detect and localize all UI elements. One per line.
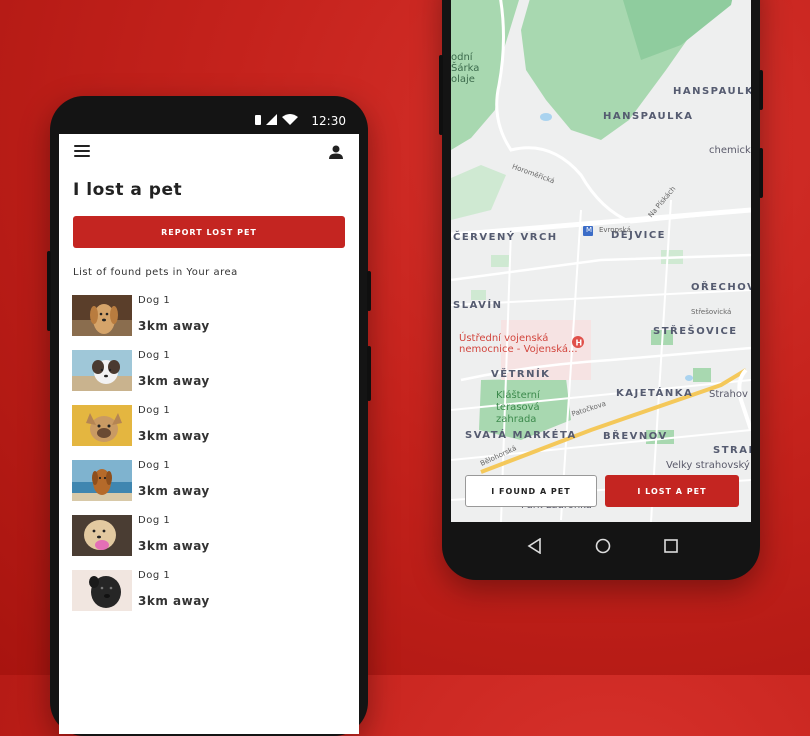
dog-photo-3 xyxy=(72,405,132,446)
map-label: SLAVÍN xyxy=(453,300,503,311)
pet-name: Dog 1 xyxy=(138,570,171,581)
map-label: SVATÁ MARKÉTA xyxy=(465,430,577,441)
report-lost-pet-button[interactable]: REPORT LOST PET xyxy=(73,216,345,248)
found-pets-list: Dog 1 3km away Dog 1 3km away Dog 1 3km … xyxy=(72,295,346,625)
back-icon[interactable] xyxy=(527,538,543,554)
found-pets-screen: I lost a pet REPORT LOST PET List of fou… xyxy=(59,134,359,734)
volume-button xyxy=(439,55,443,135)
map-label: chemick xyxy=(709,145,751,156)
pet-name: Dog 1 xyxy=(138,295,171,306)
battery-signal-wifi-icon xyxy=(255,114,298,125)
pet-name: Dog 1 xyxy=(138,405,171,416)
map-label: Evropská xyxy=(599,226,631,234)
map-label: Klášterní terasová zahrada xyxy=(496,390,540,425)
phone-right: H HANSPAULK HANSPAULKA odní Šárka olaje … xyxy=(439,0,763,580)
pet-name: Dog 1 xyxy=(138,515,171,526)
map-label: STRAH xyxy=(713,445,751,456)
home-icon[interactable] xyxy=(595,538,611,554)
map-label: KAJETÁNKA xyxy=(616,388,694,399)
pet-distance: 3km away xyxy=(138,374,210,388)
volume-button xyxy=(47,251,51,331)
pet-distance: 3km away xyxy=(138,484,210,498)
pet-distance: 3km away xyxy=(138,594,210,608)
pet-distance: 3km away xyxy=(138,539,210,553)
map-label: Velky strahovský xyxy=(666,460,750,471)
found-pet-button[interactable]: I FOUND A PET xyxy=(465,475,597,507)
lost-pet-button[interactable]: I LOST A PET xyxy=(605,475,739,507)
status-time: 12:30 xyxy=(311,114,346,128)
found-pets-heading: List of found pets in Your area xyxy=(73,267,238,278)
dog-photo-4 xyxy=(72,460,132,501)
metro-icon: M xyxy=(586,226,593,234)
pet-distance: 3km away xyxy=(138,319,210,333)
dog-photo-6 xyxy=(72,570,132,611)
map-label: Ústřední vojenská nemocnice - Vojenská..… xyxy=(459,333,578,355)
map-label: ČERVENÝ VRCH xyxy=(453,232,558,243)
map-label: Strahov xyxy=(709,389,748,400)
pet-list-item[interactable]: Dog 1 3km away xyxy=(72,570,346,625)
status-bar: 12:30 xyxy=(50,106,368,132)
map-label: HANSPAULK xyxy=(673,86,751,97)
pet-list-item[interactable]: Dog 1 3km away xyxy=(72,515,346,570)
dog-photo-1 xyxy=(72,295,132,336)
map-label: VĚTRNÍK xyxy=(491,369,551,380)
pet-list-item[interactable]: Dog 1 3km away xyxy=(72,460,346,515)
app-bar xyxy=(59,134,359,170)
side-button xyxy=(367,346,371,401)
power-button xyxy=(759,70,763,110)
map-label: STŘEŠOVICE xyxy=(653,326,738,337)
pet-list-item[interactable]: Dog 1 3km away xyxy=(72,350,346,405)
pet-list-item[interactable]: Dog 1 3km away xyxy=(72,295,346,350)
android-nav-bar xyxy=(451,522,751,574)
power-button xyxy=(367,271,371,311)
pet-name: Dog 1 xyxy=(138,460,171,471)
map-label: HANSPAULKA xyxy=(603,111,694,122)
pet-list-item[interactable]: Dog 1 3km away xyxy=(72,405,346,460)
map-label: BŘEVNOV xyxy=(603,431,668,442)
pet-distance: 3km away xyxy=(138,429,210,443)
map-view[interactable]: H xyxy=(451,0,751,522)
status-icons xyxy=(254,114,298,129)
side-button xyxy=(759,148,763,198)
dog-photo-2 xyxy=(72,350,132,391)
map-screen: H HANSPAULK HANSPAULKA odní Šárka olaje … xyxy=(451,0,751,522)
hamburger-menu-icon[interactable] xyxy=(74,145,90,157)
map-label: odní Šárka olaje xyxy=(451,52,480,85)
map-label: OŘECHOV xyxy=(691,282,751,293)
map-label: Střešovická xyxy=(691,308,732,316)
page-title: I lost a pet xyxy=(73,180,183,200)
phone-left: 12:30 I lost a pet REPORT LOST PET List … xyxy=(47,96,371,736)
recent-apps-icon[interactable] xyxy=(663,538,679,554)
user-profile-icon[interactable] xyxy=(328,144,344,160)
dog-photo-5 xyxy=(72,515,132,556)
pet-name: Dog 1 xyxy=(138,350,171,361)
